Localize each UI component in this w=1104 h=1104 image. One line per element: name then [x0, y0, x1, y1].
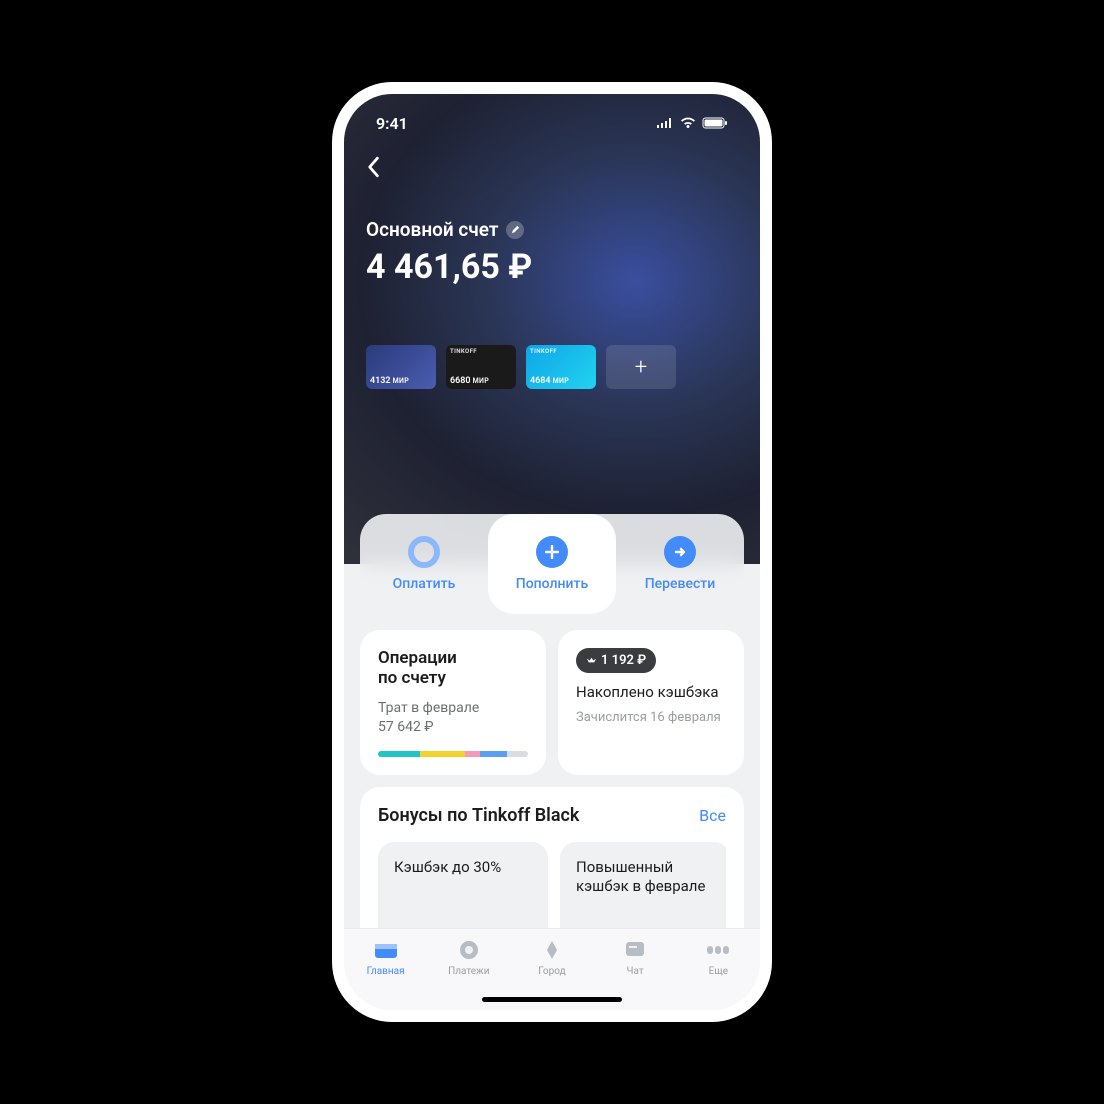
card-number: 4684МИР: [530, 376, 569, 386]
operations-title: Операции по счету: [378, 648, 528, 689]
cashback-tile[interactable]: 1 192 ₽ Накоплено кэшбэка Зачислится 16 …: [558, 630, 744, 775]
topup-label: Пополнить: [516, 576, 588, 592]
add-card-button[interactable]: +: [606, 345, 676, 389]
tab-Еще[interactable]: Еще: [683, 937, 753, 977]
card-0[interactable]: 4132МИР: [366, 345, 436, 389]
cashback-amount: 1 192 ₽: [601, 653, 646, 668]
spending-segment: [465, 751, 480, 757]
account-title-row: Основной счет: [366, 218, 738, 241]
tab-label: Город: [538, 966, 565, 977]
cellular-icon: [656, 117, 674, 129]
tab-label: Чат: [627, 966, 644, 977]
status-time: 9:41: [376, 114, 408, 133]
cards-row: 4132МИР TINKOFF 6680МИР TINKOFF 4684МИР +: [366, 345, 738, 389]
topup-action[interactable]: Пополнить: [488, 514, 616, 614]
spending-segment: [420, 751, 465, 757]
plus-icon: [536, 536, 568, 568]
screen: 9:41 Основной счет 4 461,65 ₽ 4132МИР TIN…: [344, 94, 760, 1010]
actions-bar: Оплатить Пополнить Перевести: [360, 514, 744, 614]
tab-Главная[interactable]: Главная: [351, 937, 421, 977]
card-brand: TINKOFF: [530, 348, 557, 355]
tab-label: Еще: [709, 966, 728, 977]
cashback-badge: 1 192 ₽: [576, 648, 656, 673]
card-1[interactable]: TINKOFF 6680МИР: [446, 345, 516, 389]
tab-icon: [539, 937, 565, 963]
account-balance: 4 461,65 ₽: [366, 247, 738, 287]
tab-Платежи[interactable]: Платежи: [434, 937, 504, 977]
spending-bar: [378, 751, 528, 757]
arrow-right-icon: [664, 536, 696, 568]
cashback-title: Накоплено кэшбэка: [576, 683, 726, 703]
bonuses-section: Бонусы по Tinkoff Black Все Кэшбэк до 30…: [360, 787, 744, 952]
operations-tile[interactable]: Операции по счету Трат в феврале 57 642 …: [360, 630, 546, 775]
card-number: 4132МИР: [370, 376, 409, 386]
pencil-icon: [511, 225, 520, 234]
account-header: Основной счет 4 461,65 ₽: [366, 186, 738, 287]
tab-label: Главная: [367, 966, 405, 977]
bonuses-all-link[interactable]: Все: [699, 806, 726, 825]
crown-icon: [586, 655, 597, 666]
bonuses-title: Бонусы по Tinkoff Black: [378, 805, 579, 826]
pay-action[interactable]: Оплатить: [360, 514, 488, 614]
chevron-left-icon: [366, 156, 380, 178]
status-bar: 9:41: [366, 94, 738, 138]
tab-Город[interactable]: Город: [517, 937, 587, 977]
card-number: 6680МИР: [450, 376, 489, 386]
tab-Чат[interactable]: Чат: [600, 937, 670, 977]
transfer-action[interactable]: Перевести: [616, 514, 744, 614]
home-indicator[interactable]: [482, 997, 622, 1002]
spending-segment: [378, 751, 420, 757]
content: Операции по счету Трат в феврале 57 642 …: [344, 564, 760, 952]
edit-account-button[interactable]: [506, 221, 524, 239]
back-button[interactable]: [366, 138, 738, 186]
pay-label: Оплатить: [393, 576, 456, 592]
tiles-row: Операции по счету Трат в феврале 57 642 …: [360, 630, 744, 775]
wifi-icon: [680, 117, 696, 129]
account-title: Основной счет: [366, 218, 498, 241]
transfer-label: Перевести: [645, 576, 716, 592]
card-brand: TINKOFF: [450, 348, 477, 355]
spending-segment: [507, 751, 528, 757]
bonuses-header: Бонусы по Tinkoff Black Все: [378, 805, 726, 826]
battery-icon: [702, 117, 728, 129]
card-2[interactable]: TINKOFF 4684МИР: [526, 345, 596, 389]
tab-icon: [373, 937, 399, 963]
tab-icon: [705, 937, 731, 963]
bonus-text: Повышенный кэшбэк в феврале: [576, 858, 714, 897]
tab-icon: [456, 937, 482, 963]
pay-icon: [408, 536, 440, 568]
hero-section: 9:41 Основной счет 4 461,65 ₽ 4132МИР TIN…: [344, 94, 760, 564]
status-indicators: [656, 117, 728, 129]
operations-subtitle: Трат в феврале 57 642 ₽: [378, 699, 528, 737]
cashback-subtitle: Зачислится 16 февраля: [576, 709, 726, 727]
tab-label: Платежи: [448, 966, 489, 977]
spending-segment: [480, 751, 507, 757]
bonus-text: Кэшбэк до 30%: [394, 858, 532, 878]
phone-frame: 9:41 Основной счет 4 461,65 ₽ 4132МИР TIN…: [332, 82, 772, 1022]
tab-icon: [622, 937, 648, 963]
